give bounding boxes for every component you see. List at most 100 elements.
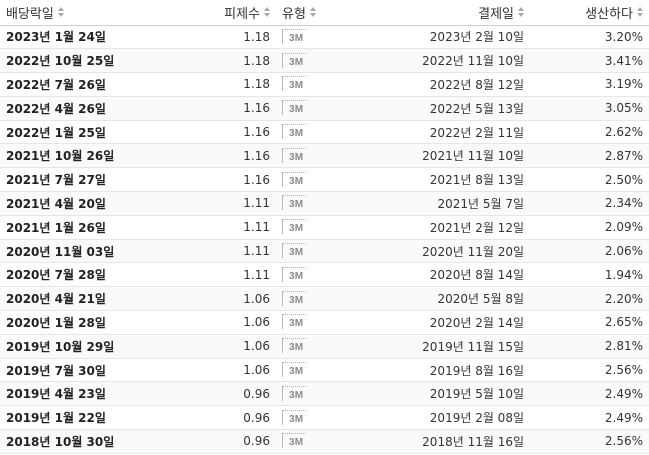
frequency-label: 3M	[289, 437, 304, 449]
amount-cell: 1.11	[158, 262, 276, 288]
table-row: 2019년 4월 23일 0.96 3M 2019년 5월 10일 2.49%	[0, 381, 649, 407]
type-cell: 3M	[276, 358, 352, 383]
table-header: 배당락일 피제수 유형 결제일 생산하다	[0, 0, 649, 26]
frequency-label: 3M	[289, 413, 304, 425]
pay-date-cell: 2018년 11월 16일	[352, 429, 530, 454]
ex-date-cell: 2022년 7월 26일	[0, 72, 158, 97]
frequency-label: 3M	[289, 366, 304, 378]
amount-cell: 1.18	[158, 72, 276, 97]
table-row: 2019년 7월 30일 1.06 3M 2019년 8월 16일 2.56%	[0, 358, 649, 383]
frequency-badge-icon: 3M	[282, 409, 308, 427]
amount-cell: 0.96	[158, 405, 276, 431]
ex-date-cell: 2019년 1월 22일	[0, 405, 158, 431]
frequency-badge-icon: 3M	[282, 99, 308, 117]
dividend-history-table: 배당락일 피제수 유형 결제일 생산하다 2023년 1월 24일 1.18 3M 2…	[0, 0, 649, 454]
yield-cell: 2.49%	[530, 405, 649, 431]
frequency-badge-icon: 3M	[282, 147, 308, 165]
frequency-badge-icon: 3M	[282, 266, 308, 284]
type-cell: 3M	[276, 120, 352, 145]
type-cell: 3M	[276, 25, 352, 50]
column-header-yield[interactable]: 생산하다	[530, 0, 649, 26]
yield-cell: 2.49%	[530, 381, 649, 407]
frequency-badge-icon: 3M	[282, 171, 308, 189]
amount-cell: 1.16	[158, 120, 276, 145]
frequency-badge-icon: 3M	[282, 52, 308, 70]
amount-cell: 1.16	[158, 167, 276, 193]
yield-cell: 2.65%	[530, 310, 649, 335]
pay-date-cell: 2020년 5월 8일	[352, 286, 530, 312]
frequency-badge-icon: 3M	[282, 313, 308, 331]
pay-date-cell: 2021년 8월 13일	[352, 167, 530, 193]
table-row: 2019년 10월 29일 1.06 3M 2019년 11월 15일 2.81%	[0, 334, 649, 359]
ex-date-cell: 2022년 1월 25일	[0, 120, 158, 145]
table-row: 2022년 1월 25일 1.16 3M 2022년 2월 11일 2.62%	[0, 120, 649, 145]
column-header-ex-date[interactable]: 배당락일	[0, 0, 158, 26]
table-row: 2020년 4월 21일 1.06 3M 2020년 5월 8일 2.20%	[0, 286, 649, 312]
frequency-badge-icon: 3M	[282, 337, 308, 355]
frequency-label: 3M	[289, 389, 304, 401]
amount-cell: 1.11	[158, 215, 276, 240]
column-header-label: 생산하다	[585, 6, 633, 22]
ex-date-cell: 2021년 10월 26일	[0, 143, 158, 169]
ex-date-cell: 2019년 4월 23일	[0, 381, 158, 407]
ex-date-cell: 2023년 1월 24일	[0, 25, 158, 50]
sort-icon	[264, 7, 270, 18]
frequency-label: 3M	[289, 270, 304, 282]
frequency-label: 3M	[289, 32, 304, 44]
ex-date-cell: 2020년 7월 28일	[0, 262, 158, 288]
column-header-label: 배당락일	[6, 6, 54, 22]
frequency-label: 3M	[289, 223, 304, 235]
pay-date-cell: 2021년 11월 10일	[352, 143, 530, 169]
amount-cell: 1.06	[158, 358, 276, 383]
table-row: 2022년 10월 25일 1.18 3M 2022년 11월 10일 3.41%	[0, 48, 649, 74]
type-cell: 3M	[276, 381, 352, 407]
type-cell: 3M	[276, 334, 352, 359]
column-header-pay-date[interactable]: 결제일	[352, 0, 530, 26]
pay-date-cell: 2022년 11월 10일	[352, 48, 530, 74]
amount-cell: 1.18	[158, 48, 276, 74]
amount-cell: 1.11	[158, 191, 276, 216]
yield-cell: 2.34%	[530, 191, 649, 216]
frequency-label: 3M	[289, 294, 304, 306]
table-row: 2021년 4월 20일 1.11 3M 2021년 5월 7일 2.34%	[0, 191, 649, 216]
pay-date-cell: 2021년 5월 7일	[352, 191, 530, 216]
ex-date-cell: 2021년 1월 26일	[0, 215, 158, 240]
frequency-label: 3M	[289, 80, 304, 92]
table-body: 2023년 1월 24일 1.18 3M 2023년 2월 10일 3.20% 2022…	[0, 25, 649, 454]
amount-cell: 1.06	[158, 286, 276, 312]
sort-icon	[57, 7, 64, 18]
column-header-amount[interactable]: 피제수	[158, 0, 276, 26]
amount-cell: 1.06	[158, 310, 276, 335]
yield-cell: 2.62%	[530, 120, 649, 145]
pay-date-cell: 2020년 11월 20일	[352, 239, 530, 264]
yield-cell: 3.05%	[530, 96, 649, 121]
table-row: 2022년 7월 26일 1.18 3M 2022년 8월 12일 3.19%	[0, 72, 649, 97]
pay-date-cell: 2019년 5월 10일	[352, 381, 530, 407]
frequency-badge-icon: 3M	[282, 432, 308, 450]
type-cell: 3M	[276, 405, 352, 431]
amount-cell: 1.16	[158, 143, 276, 169]
amount-cell: 1.18	[158, 25, 276, 50]
table-row: 2021년 7월 27일 1.16 3M 2021년 8월 13일 2.50%	[0, 167, 649, 193]
yield-cell: 1.94%	[530, 262, 649, 288]
frequency-badge-icon: 3M	[282, 361, 308, 379]
frequency-label: 3M	[289, 151, 304, 163]
pay-date-cell: 2020년 2월 14일	[352, 310, 530, 335]
frequency-label: 3M	[289, 342, 304, 354]
frequency-badge-icon: 3M	[282, 218, 308, 236]
table-row: 2023년 1월 24일 1.18 3M 2023년 2월 10일 3.20%	[0, 25, 649, 50]
amount-cell: 1.16	[158, 96, 276, 121]
type-cell: 3M	[276, 429, 352, 454]
frequency-label: 3M	[289, 247, 304, 259]
ex-date-cell: 2018년 10월 30일	[0, 429, 158, 454]
column-header-type[interactable]: 유형	[276, 0, 352, 26]
type-cell: 3M	[276, 310, 352, 335]
dividend-history-table-container: 배당락일 피제수 유형 결제일 생산하다 2023년 1월 24일 1.18 3M 2…	[0, 0, 649, 454]
yield-cell: 2.06%	[530, 239, 649, 264]
sort-icon	[518, 7, 524, 18]
amount-cell: 1.06	[158, 334, 276, 359]
frequency-badge-icon: 3M	[282, 75, 308, 93]
column-header-label: 유형	[282, 6, 306, 22]
table-row: 2021년 10월 26일 1.16 3M 2021년 11월 10일 2.87%	[0, 143, 649, 169]
yield-cell: 2.20%	[530, 286, 649, 312]
